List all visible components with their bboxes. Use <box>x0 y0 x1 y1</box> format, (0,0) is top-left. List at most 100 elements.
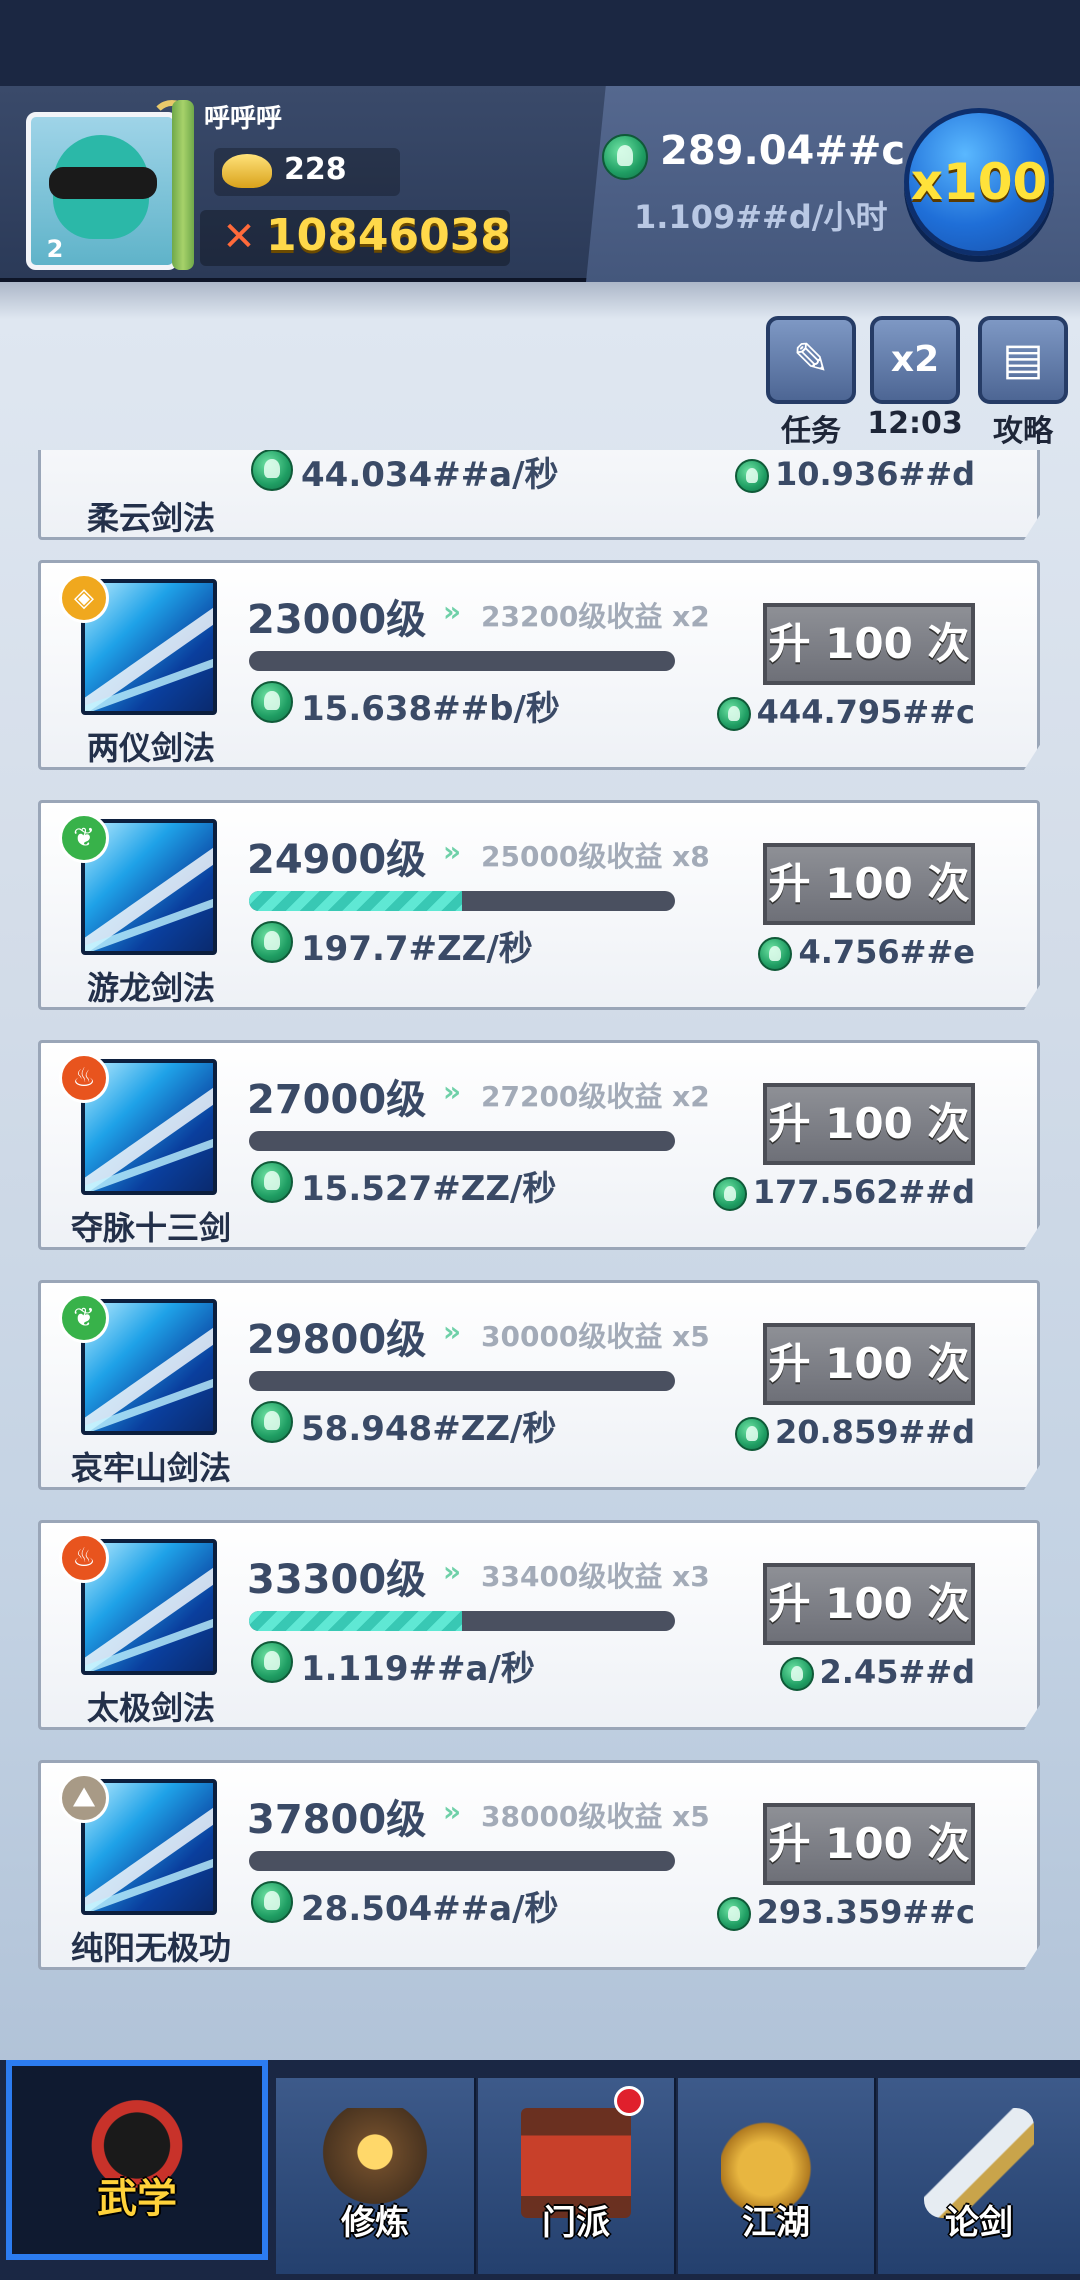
scroll-quest-icon: ✎ <box>792 334 830 385</box>
power-value: 10846038 <box>266 210 511 261</box>
upgrade-100-button[interactable]: 升 100 次 <box>763 603 975 685</box>
level-progress-bar <box>249 1131 675 1151</box>
skill-cost: 177.562##d <box>41 1173 975 1211</box>
chevron-right-icon: » <box>443 1795 462 1828</box>
skill-cost: 10.936##d <box>41 455 975 493</box>
quest-label: 任务 <box>781 414 841 449</box>
next-milestone: 38000级收益 x5 <box>481 1800 710 1833</box>
level-progress-fill <box>249 1611 462 1631</box>
avatar-level: 2 <box>46 235 64 263</box>
nav-label: 修炼 <box>341 2203 409 2243</box>
nav-label: 江湖 <box>742 2203 810 2243</box>
guide-button[interactable]: ▤ <box>978 316 1068 404</box>
next-milestone: 30000级收益 x5 <box>481 1320 710 1353</box>
status-strip <box>0 0 1080 86</box>
player-name: 呼呼呼 <box>204 104 283 134</box>
currency-total: 289.04##c <box>660 128 906 174</box>
skill-cost-value: 177.562##d <box>752 1173 975 1211</box>
jade-coin-icon <box>716 697 751 731</box>
upgrade-100-button[interactable]: 升 100 次 <box>763 1323 975 1405</box>
currency-rate: 1.109##d/小时 <box>634 198 888 236</box>
jade-coin-icon <box>602 134 648 180</box>
jade-coin-icon <box>712 1177 747 1211</box>
multiplier-button[interactable]: x100 <box>904 108 1054 256</box>
skill-cost-value: 10.936##d <box>774 455 975 493</box>
skill-card: ❦ 哀牢山剑法 29800级 » 30000级收益 x5 58.948#ZZ/秒… <box>38 1280 1040 1490</box>
skill-card: 柔云剑法 44.034##a/秒 10.936##d <box>38 450 1040 540</box>
skill-cost-value: 20.859##d <box>774 1413 975 1451</box>
skill-cost-value: 4.756##e <box>798 933 975 971</box>
double-boost-button[interactable]: x2 <box>870 316 960 404</box>
next-milestone: 27200级收益 x2 <box>481 1080 710 1113</box>
nav-tab-wuxue[interactable]: 武学 <box>6 2060 268 2260</box>
skill-cost: 20.859##d <box>41 1413 975 1451</box>
nav-tab-lunjian[interactable]: 论剑 <box>878 2078 1080 2274</box>
double-boost-icon: x2 <box>890 339 940 380</box>
bamboo-decoration <box>172 100 194 270</box>
level-progress-bar <box>249 891 675 911</box>
jade-coin-icon <box>734 459 769 493</box>
element-wood-icon: ❦ <box>59 813 109 863</box>
element-earth-icon: ◈ <box>59 573 109 623</box>
skill-level: 24900级 <box>247 837 427 883</box>
next-milestone: 25000级收益 x8 <box>481 840 710 873</box>
upgrade-100-button[interactable]: 升 100 次 <box>763 1083 975 1165</box>
element-wood-icon: ❦ <box>59 1293 109 1343</box>
nav-label: 论剑 <box>945 2203 1013 2243</box>
skill-level: 23000级 <box>247 597 427 643</box>
chevron-right-icon: » <box>443 595 462 628</box>
jade-coin-icon <box>779 1657 814 1691</box>
level-progress-bar <box>249 651 675 671</box>
next-milestone: 33400级收益 x3 <box>481 1560 710 1593</box>
avatar-visor <box>49 167 157 199</box>
skill-level: 29800级 <box>247 1317 427 1363</box>
skill-cost-value: 293.359##c <box>756 1893 975 1931</box>
skill-cost-value: 444.795##c <box>756 693 975 731</box>
nav-tab-menpai[interactable]: 门派 <box>478 2078 676 2274</box>
chevron-right-icon: » <box>443 1075 462 1108</box>
upgrade-100-button[interactable]: 升 100 次 <box>763 1563 975 1645</box>
gold-ingot-icon <box>222 154 272 188</box>
skill-level: 33300级 <box>247 1557 427 1603</box>
chevron-right-icon: » <box>443 1555 462 1588</box>
skill-cost: 293.359##c <box>41 1893 975 1931</box>
skill-card: ♨ 太极剑法 33300级 » 33400级收益 x3 1.119##a/秒 升… <box>38 1520 1040 1730</box>
skill-cost: 4.756##e <box>41 933 975 971</box>
nav-label: 武学 <box>97 2176 177 2222</box>
nav-tab-jianghu[interactable]: 江湖 <box>678 2078 876 2274</box>
level-progress-fill <box>249 891 462 911</box>
skill-cost-value: 2.45##d <box>819 1653 975 1691</box>
level-progress-bar <box>249 1371 675 1391</box>
skill-card: ♨ 夺脉十三剑 27000级 » 27200级收益 x2 15.527#ZZ/秒… <box>38 1040 1040 1250</box>
upgrade-100-button[interactable]: 升 100 次 <box>763 843 975 925</box>
upgrade-100-button[interactable]: 升 100 次 <box>763 1803 975 1885</box>
chevron-right-icon: » <box>443 1315 462 1348</box>
element-earth-icon: ⛰ <box>59 1773 109 1823</box>
boost-timer: 12:03 <box>867 406 963 441</box>
guide-scroll-icon: ▤ <box>1002 334 1044 385</box>
level-progress-bar <box>249 1611 675 1631</box>
notification-badge <box>614 2086 644 2116</box>
skill-list[interactable]: 柔云剑法 44.034##a/秒 10.936##d ◈ 两仪剑法 23000级… <box>0 450 1080 1980</box>
quest-button[interactable]: ✎ <box>766 316 856 404</box>
skill-card: ◈ 两仪剑法 23000级 » 23200级收益 x2 15.638##b/秒 … <box>38 560 1040 770</box>
gold-value: 228 <box>284 152 347 187</box>
jade-coin-icon <box>716 1897 751 1931</box>
skill-level: 27000级 <box>247 1077 427 1123</box>
level-progress-bar <box>249 1851 675 1871</box>
crossed-swords-icon: ✕ <box>222 214 256 260</box>
skill-card: ⛰ 纯阳无极功 37800级 » 38000级收益 x5 28.504##a/秒… <box>38 1760 1040 1970</box>
skill-level: 37800级 <box>247 1797 427 1843</box>
element-fire-icon: ♨ <box>59 1053 109 1103</box>
next-milestone: 23200级收益 x2 <box>481 600 710 633</box>
nav-tab-xiulian[interactable]: 修炼 <box>276 2078 476 2274</box>
skill-card: ❦ 游龙剑法 24900级 » 25000级收益 x8 197.7#ZZ/秒 升… <box>38 800 1040 1010</box>
jade-coin-icon <box>734 1417 769 1451</box>
element-fire-icon: ♨ <box>59 1533 109 1583</box>
skill-cost: 2.45##d <box>41 1653 975 1691</box>
skill-cost: 444.795##c <box>41 693 975 731</box>
chevron-right-icon: » <box>443 835 462 868</box>
skill-name: 柔云剑法 <box>86 499 215 537</box>
guide-label: 攻略 <box>993 414 1053 449</box>
bottom-nav: 武学 修炼 门派 江湖 论剑 <box>0 2060 1080 2280</box>
